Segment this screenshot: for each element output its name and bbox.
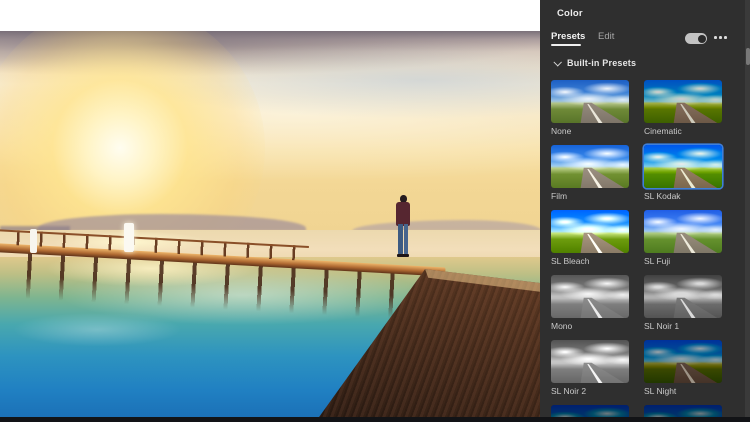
preset-thumbnail xyxy=(644,80,722,123)
person-leg-right xyxy=(403,224,409,255)
preset-cell-cinematic[interactable]: Cinematic xyxy=(644,80,722,136)
preset-label: Film xyxy=(551,191,568,201)
preset-thumbnail xyxy=(551,275,629,318)
road-scene-image xyxy=(644,210,722,253)
toggle-knob xyxy=(697,34,706,43)
preset-cell-none[interactable]: None xyxy=(551,80,629,136)
person-feet xyxy=(397,254,409,257)
preset-label: SL Night xyxy=(644,386,677,396)
color-panel: Color Presets Edit Built-in Presets None… xyxy=(540,0,750,422)
preset-thumbnail xyxy=(644,275,722,318)
preset-label: SL Noir 1 xyxy=(644,321,680,331)
panel-title: Color xyxy=(557,8,583,19)
active-tab-underline xyxy=(551,44,581,46)
preset-thumbnail xyxy=(644,340,722,383)
road-scene-image xyxy=(551,275,629,318)
road-scene-image xyxy=(644,80,722,123)
preset-cell-sl-kodak[interactable]: SL Kodak xyxy=(644,145,722,201)
preset-cell-mono[interactable]: Mono xyxy=(551,275,629,331)
preset-cell-sl-noir-2[interactable]: SL Noir 2 xyxy=(551,340,629,396)
preset-cell-sl-bleach[interactable]: SL Bleach xyxy=(551,210,629,266)
preset-cell-sl-night[interactable]: SL Night xyxy=(644,340,722,396)
preset-label: SL Bleach xyxy=(551,256,590,266)
preset-thumbnail xyxy=(551,210,629,253)
road-scene-image xyxy=(644,145,722,188)
app-window: Color Presets Edit Built-in Presets None… xyxy=(0,0,750,422)
section-header-built-in-presets[interactable]: Built-in Presets xyxy=(553,58,637,68)
preset-grid: None Cinematic Film SL Kodak SL Bleach S… xyxy=(551,80,737,422)
tab-edit[interactable]: Edit xyxy=(598,31,614,42)
preset-label: SL Kodak xyxy=(644,191,681,201)
scrollbar-thumb[interactable] xyxy=(745,48,750,65)
road-scene-image xyxy=(644,340,722,383)
road-scene-image xyxy=(551,80,629,123)
panel-enable-toggle[interactable] xyxy=(685,33,707,44)
preset-cell-film[interactable]: Film xyxy=(551,145,629,201)
road-scene-image xyxy=(644,275,722,318)
preset-label: Mono xyxy=(551,321,573,331)
person-leg-left xyxy=(398,224,403,255)
preset-thumbnail-selected xyxy=(644,145,722,188)
road-scene-image xyxy=(551,210,629,253)
preset-cell-sl-noir-1[interactable]: SL Noir 1 xyxy=(644,275,722,331)
road-scene-image xyxy=(551,340,629,383)
section-label: Built-in Presets xyxy=(567,58,637,68)
chevron-down-icon xyxy=(553,58,562,67)
road-scene-image xyxy=(551,145,629,188)
preset-thumbnail xyxy=(551,340,629,383)
tab-presets[interactable]: Presets xyxy=(551,31,585,42)
person-figure xyxy=(393,195,413,269)
preset-thumbnail xyxy=(644,210,722,253)
white-pillar xyxy=(124,223,134,252)
preset-label: SL Fuji xyxy=(644,256,671,266)
white-pillar-left xyxy=(30,229,37,253)
preset-label: SL Noir 2 xyxy=(551,386,587,396)
scrollbar-track xyxy=(745,0,750,422)
photo-canvas[interactable] xyxy=(0,31,540,417)
bottom-edge-bar xyxy=(0,417,750,422)
preset-cell-sl-fuji[interactable]: SL Fuji xyxy=(644,210,722,266)
canvas-margin xyxy=(0,0,540,31)
ellipsis-menu-icon[interactable] xyxy=(714,36,727,39)
preset-label: None xyxy=(551,126,572,136)
person-torso xyxy=(396,201,410,226)
preset-thumbnail xyxy=(551,145,629,188)
preset-thumbnail xyxy=(551,80,629,123)
preset-label: Cinematic xyxy=(644,126,682,136)
